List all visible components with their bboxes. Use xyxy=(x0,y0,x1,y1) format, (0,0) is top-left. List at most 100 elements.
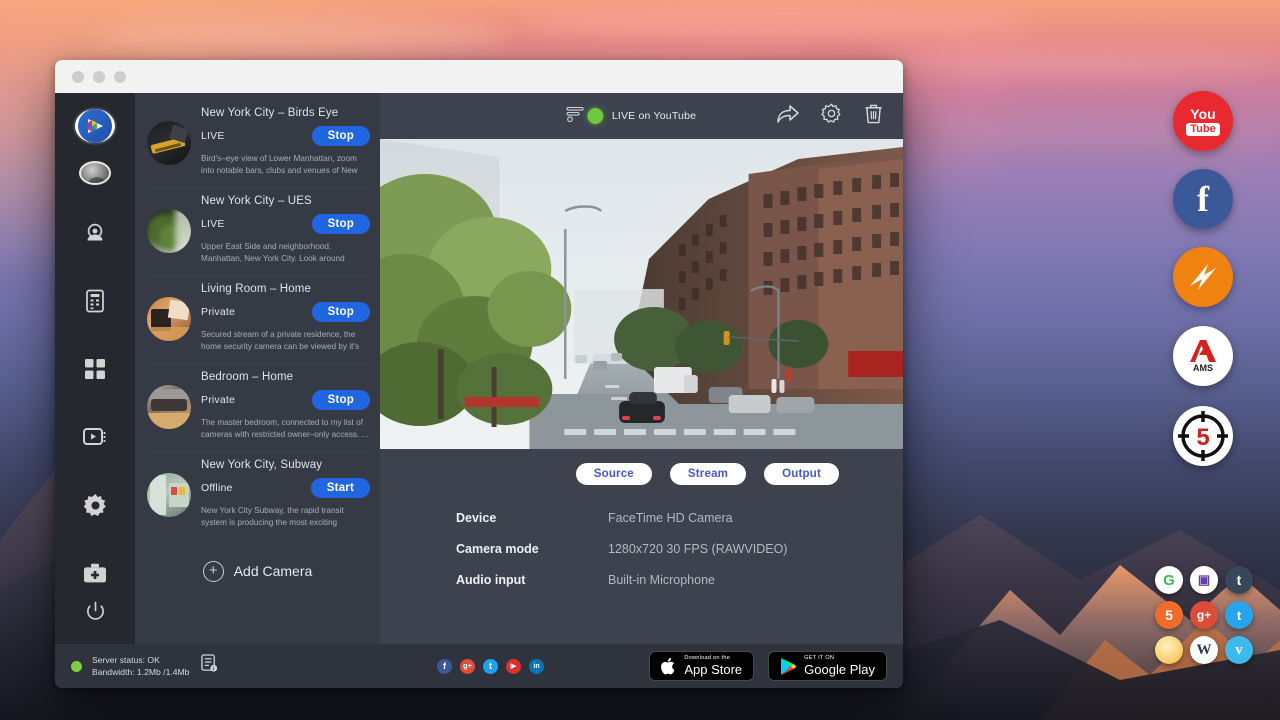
wordpress-mini-icon[interactable]: W xyxy=(1190,636,1218,664)
camera-list-item[interactable]: New York City – Birds Eye LIVE Stop Bird… xyxy=(135,99,380,187)
maximize-button[interactable] xyxy=(114,71,126,83)
wowza-lightning-dock-icon[interactable] xyxy=(1173,247,1233,307)
google-play-badge[interactable]: GET IT ON Google Play xyxy=(768,651,887,681)
info-value: 1280x720 30 FPS (RAWVIDEO) xyxy=(608,542,787,556)
googleplus-icon[interactable]: g+ xyxy=(460,659,475,674)
vimeo-mini-icon[interactable]: v xyxy=(1225,636,1253,664)
left-icon-rail xyxy=(55,93,135,644)
camera-status-row: Private Stop xyxy=(201,302,370,322)
camera-status-row: LIVE Stop xyxy=(201,126,370,146)
camera-info: New York City – UES LIVE Stop Upper East… xyxy=(201,195,370,265)
document-icon[interactable] xyxy=(75,287,115,315)
googleplus-mini-icon[interactable]: g+ xyxy=(1190,601,1218,629)
info-label: Device xyxy=(456,511,608,525)
camera-list-item[interactable]: Bedroom – Home Private Stop The master b… xyxy=(135,363,380,451)
camera-state: LIVE xyxy=(201,130,225,142)
source-info-list: Device FaceTime HD Camera Camera mode 12… xyxy=(380,485,903,604)
camera-info: Bedroom – Home Private Stop The master b… xyxy=(201,371,370,441)
cloud-streak xyxy=(880,46,1280,76)
video-player-icon[interactable] xyxy=(75,423,115,451)
tumblr-mini-icon[interactable]: t xyxy=(1225,566,1253,594)
camera-info: Living Room – Home Private Stop Secured … xyxy=(201,283,370,353)
info-document-icon[interactable]: i xyxy=(201,654,218,678)
first-aid-icon[interactable] xyxy=(75,560,115,588)
twitter-icon[interactable]: t xyxy=(483,659,498,674)
camera-action-button[interactable]: Stop xyxy=(312,214,370,234)
camera-action-button[interactable]: Start xyxy=(311,478,370,498)
top-toolbar: LIVE on YouTube xyxy=(380,93,903,139)
camera-state: Private xyxy=(201,394,235,406)
grid-icon[interactable] xyxy=(75,355,115,383)
camera-info: New York City, Subway Offline Start New … xyxy=(201,459,370,529)
app-store-badges: Download on the App Store GET IT ON Goog… xyxy=(649,651,887,681)
play-logo-icon xyxy=(78,109,112,143)
camera-status-row: Private Stop xyxy=(201,390,370,410)
facebook-dock-icon[interactable]: f xyxy=(1173,169,1233,229)
camera-action-button[interactable]: Stop xyxy=(312,302,370,322)
tab-output[interactable]: Output xyxy=(764,463,839,485)
camera-list-item[interactable]: Living Room – Home Private Stop Secured … xyxy=(135,275,380,363)
video-preview[interactable] xyxy=(380,139,903,449)
g-mini-icon[interactable]: G xyxy=(1155,566,1183,594)
status-line-bandwidth: Bandwidth: 1.2Mb /1.4Mb xyxy=(92,666,189,678)
camera-description: Bird's–eye view of Lower Manhattan, zoom… xyxy=(201,153,370,177)
google-play-big: Google Play xyxy=(804,663,875,676)
sun-mini-icon[interactable] xyxy=(1155,636,1183,664)
camera-thumbnail xyxy=(147,209,191,253)
youtube-icon[interactable]: ▶ xyxy=(506,659,521,674)
share-icon[interactable] xyxy=(777,104,799,129)
linkedin-icon[interactable]: in xyxy=(529,659,544,674)
camera-status-row: LIVE Stop xyxy=(201,214,370,234)
tab-source[interactable]: Source xyxy=(576,463,652,485)
info-label: Audio input xyxy=(456,573,608,587)
camera-state: Private xyxy=(201,306,235,318)
info-row-audio-input: Audio input Built-in Microphone xyxy=(456,573,903,587)
camera-list-panel: New York City – Birds Eye LIVE Stop Bird… xyxy=(135,93,380,644)
plus-circle-icon: + xyxy=(203,561,224,582)
camera-list-item[interactable]: New York City – UES LIVE Stop Upper East… xyxy=(135,187,380,275)
app-store-big: App Store xyxy=(684,663,742,676)
server-status: Server status: OK Bandwidth: 1.2Mb /1.4M… xyxy=(71,654,218,678)
camera-action-button[interactable]: Stop xyxy=(312,390,370,410)
camera-description: Upper East Side and neighborhood. Manhat… xyxy=(201,241,370,265)
trash-icon[interactable] xyxy=(864,103,883,129)
google-play-small: GET IT ON xyxy=(804,656,875,662)
google-play-icon xyxy=(780,657,797,676)
app-logo[interactable] xyxy=(75,109,115,143)
svg-text:5: 5 xyxy=(1196,424,1209,451)
app-store-badge[interactable]: Download on the App Store xyxy=(649,651,754,681)
close-button[interactable] xyxy=(72,71,84,83)
twitch-mini-icon[interactable]: ▣ xyxy=(1190,566,1218,594)
target5-dock-icon[interactable]: 5 xyxy=(1173,406,1233,466)
facebook-icon[interactable]: f xyxy=(437,659,452,674)
adobe-ams-dock-icon[interactable]: AMS xyxy=(1173,326,1233,386)
camera-action-button[interactable]: Stop xyxy=(312,126,370,146)
youtube-dock-icon[interactable]: You Tube xyxy=(1173,91,1233,151)
apple-icon xyxy=(661,657,677,676)
minimize-button[interactable] xyxy=(93,71,105,83)
power-icon[interactable] xyxy=(75,598,115,626)
camera-title: New York City – UES xyxy=(201,195,370,207)
add-camera-button[interactable]: + Add Camera xyxy=(135,539,380,582)
app-store-text: Download on the App Store xyxy=(684,656,742,676)
main-panel: LIVE on YouTube xyxy=(380,93,903,644)
add-camera-label: Add Camera xyxy=(234,563,313,579)
camera-list-item[interactable]: New York City, Subway Offline Start New … xyxy=(135,451,380,539)
sort-list-icon[interactable] xyxy=(566,105,584,128)
camera-info: New York City – Birds Eye LIVE Stop Bird… xyxy=(201,107,370,177)
info-row-camera-mode: Camera mode 1280x720 30 FPS (RAWVIDEO) xyxy=(456,542,903,556)
camera-thumbnail xyxy=(147,297,191,341)
window-titlebar xyxy=(55,60,903,93)
gear-icon[interactable] xyxy=(75,491,115,519)
window-body: New York City – Birds Eye LIVE Stop Bird… xyxy=(55,93,903,644)
five-mini-icon[interactable]: 5 xyxy=(1155,601,1183,629)
gear-icon[interactable] xyxy=(821,103,842,129)
twitter-mini-icon[interactable]: t xyxy=(1225,601,1253,629)
camera-title: New York City, Subway xyxy=(201,459,370,471)
camera-description: New York City Subway, the rapid transit … xyxy=(201,505,370,529)
info-row-device: Device FaceTime HD Camera xyxy=(456,511,903,525)
tab-stream[interactable]: Stream xyxy=(670,463,746,485)
user-avatar[interactable] xyxy=(79,161,111,185)
cloud-streak xyxy=(90,20,510,56)
webcam-icon[interactable] xyxy=(75,219,115,247)
